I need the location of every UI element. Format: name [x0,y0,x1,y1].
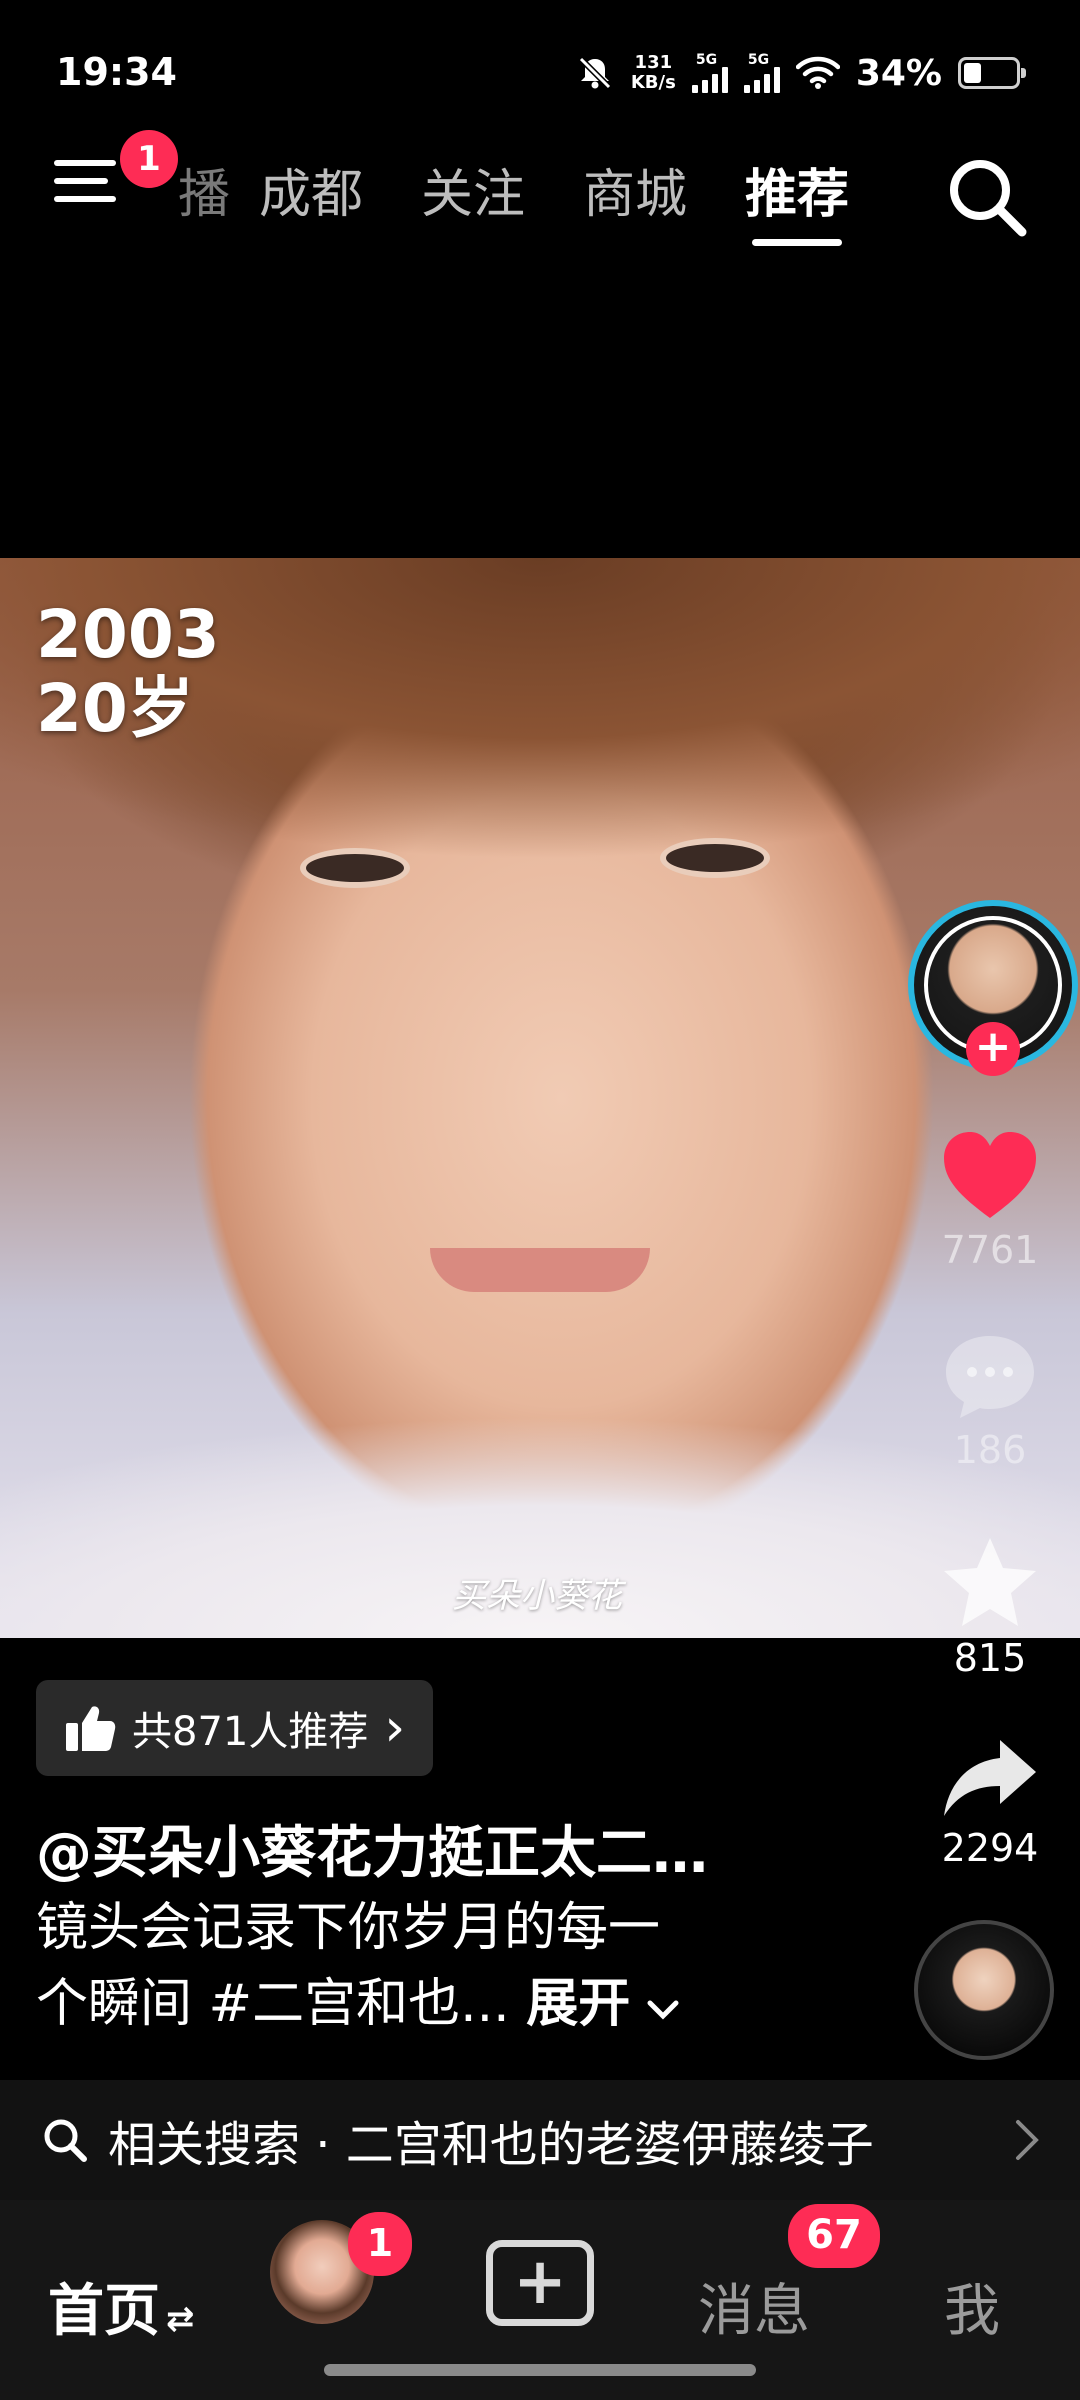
overlay-year: 2003 [36,596,220,673]
favorite-count: 815 [953,1636,1027,1680]
like-count: 7761 [941,1228,1039,1272]
tab-chengdu[interactable]: 成都 [230,150,392,240]
heart-icon [944,1132,1036,1218]
recommend-pill[interactable]: 共871人推荐 › [36,1680,434,1776]
signal-1-icon: 5G [691,52,728,93]
network-speed-unit: KB/s [630,72,676,93]
menu-icon-line [54,160,116,166]
search-icon [44,2119,87,2162]
search-icon [950,160,1027,237]
video-frame-eye-right [660,838,770,878]
status-time: 19:34 [56,50,177,94]
nav-me[interactable]: 我 [944,2266,1000,2347]
messages-badge: 67 [788,2204,880,2268]
star-icon [944,1538,1036,1626]
video-watermark: 买朵小葵花 [452,1576,622,1616]
comment-count: 186 [953,1428,1027,1472]
bell-muted-icon [578,56,611,90]
caption-line-2: 个瞬间 #二宫和也... 展开 [36,1966,796,2042]
video-overlay-text: 2003 20岁 [36,598,220,746]
tab-recommend[interactable]: 推荐 [716,150,878,240]
music-disc[interactable] [914,1920,1054,2060]
caption-line-1: 镜头会记录下你岁月的每一 [36,1898,661,1958]
post-caption: 镜头会记录下你岁月的每一 个瞬间 #二宫和也... 展开 [36,1890,796,2042]
comment-icon [946,1336,1034,1418]
thumbs-up-icon [66,1706,116,1751]
share-count: 2294 [941,1826,1039,1870]
video-frame-mouth [430,1248,650,1292]
sim1-label: 5G [695,52,718,68]
sim2-label: 5G [747,52,770,68]
network-speed: 131 KB/s [631,53,676,93]
battery-fill [964,63,981,83]
share-icon [944,1740,1036,1816]
swap-icon: ⇄ [166,2299,195,2339]
nav-home[interactable]: 首页 ⇄ [48,2266,195,2347]
menu-button[interactable] [54,160,124,230]
create-button[interactable]: + [486,2240,594,2326]
video-player[interactable]: 2003 20岁 买朵小葵花 [0,558,1080,1638]
video-frame-eye-left [300,848,410,888]
battery-percent: 34% [855,52,942,94]
author-name[interactable]: @买朵小葵花力挺正太二… [36,1808,708,1889]
battery-icon [958,57,1026,89]
recommend-label: 共871人推荐 [132,1709,369,1755]
comment-button[interactable]: 186 [900,1330,1080,1472]
related-search-bar[interactable]: 相关搜索 · 二宫和也的老婆伊藤绫子 [0,2080,1080,2200]
wifi-icon [795,56,840,89]
overlay-age: 20岁 [36,670,194,747]
status-icons: 131 KB/s 5G 5G 34% [575,48,1026,98]
network-speed-value: 131 [634,52,673,73]
menu-icon-line [54,196,116,202]
caption-line-2-text: 个瞬间 #二宫和也... [36,1974,527,2034]
status-bar: 19:34 131 KB/s 5G 5G 34% [0,0,1080,140]
friends-badge: 1 [348,2212,412,2276]
favorite-button[interactable]: 815 [900,1534,1080,1680]
nav-tabs: 播 成都 关注 商城 推荐 [170,150,878,240]
tab-live[interactable]: 播 [170,150,230,240]
like-button[interactable]: 7761 [900,1130,1080,1272]
share-button[interactable]: 2294 [900,1736,1080,1870]
search-button[interactable] [942,152,1032,242]
home-indicator[interactable] [324,2364,756,2376]
expand-button[interactable]: 展开 [526,1974,630,2034]
top-nav: 1 播 成都 关注 商城 推荐 [0,130,1080,250]
tab-following[interactable]: 关注 [392,150,554,240]
nav-messages[interactable]: 消息 [698,2266,810,2347]
related-search-text: 相关搜索 · 二宫和也的老婆伊藤绫子 [108,2117,874,2173]
chevron-right-icon [1016,2120,1039,2160]
chevron-right-icon: › [384,1698,406,1758]
signal-2-icon: 5G [743,52,780,93]
nav-home-label: 首页 [48,2279,160,2344]
tab-mall[interactable]: 商城 [554,150,716,240]
follow-button[interactable]: + [966,1022,1020,1076]
menu-icon-line [54,178,108,184]
chevron-down-icon[interactable] [647,1999,679,2021]
